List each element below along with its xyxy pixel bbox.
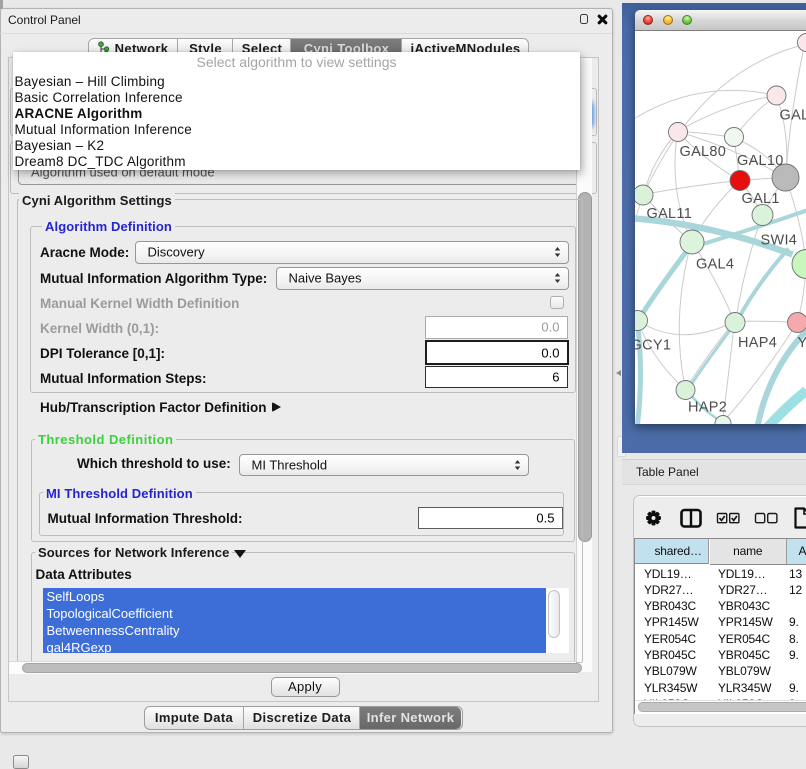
- svg-text:GAL1: GAL1: [741, 191, 779, 207]
- svg-text:GCY1: GCY1: [635, 338, 671, 354]
- svg-text:SWI4: SWI4: [760, 233, 797, 249]
- svg-text:HAP2: HAP2: [688, 400, 727, 416]
- svg-text:GAL11: GAL11: [646, 206, 692, 222]
- svg-text:GAL4: GAL4: [696, 257, 734, 273]
- svg-text:GAL7: GAL7: [779, 108, 806, 124]
- svg-text:HAP4: HAP4: [738, 335, 777, 351]
- svg-text:GAL80: GAL80: [679, 144, 726, 160]
- svg-text:YM: YM: [797, 335, 806, 351]
- svg-text:GAL10: GAL10: [737, 153, 784, 169]
